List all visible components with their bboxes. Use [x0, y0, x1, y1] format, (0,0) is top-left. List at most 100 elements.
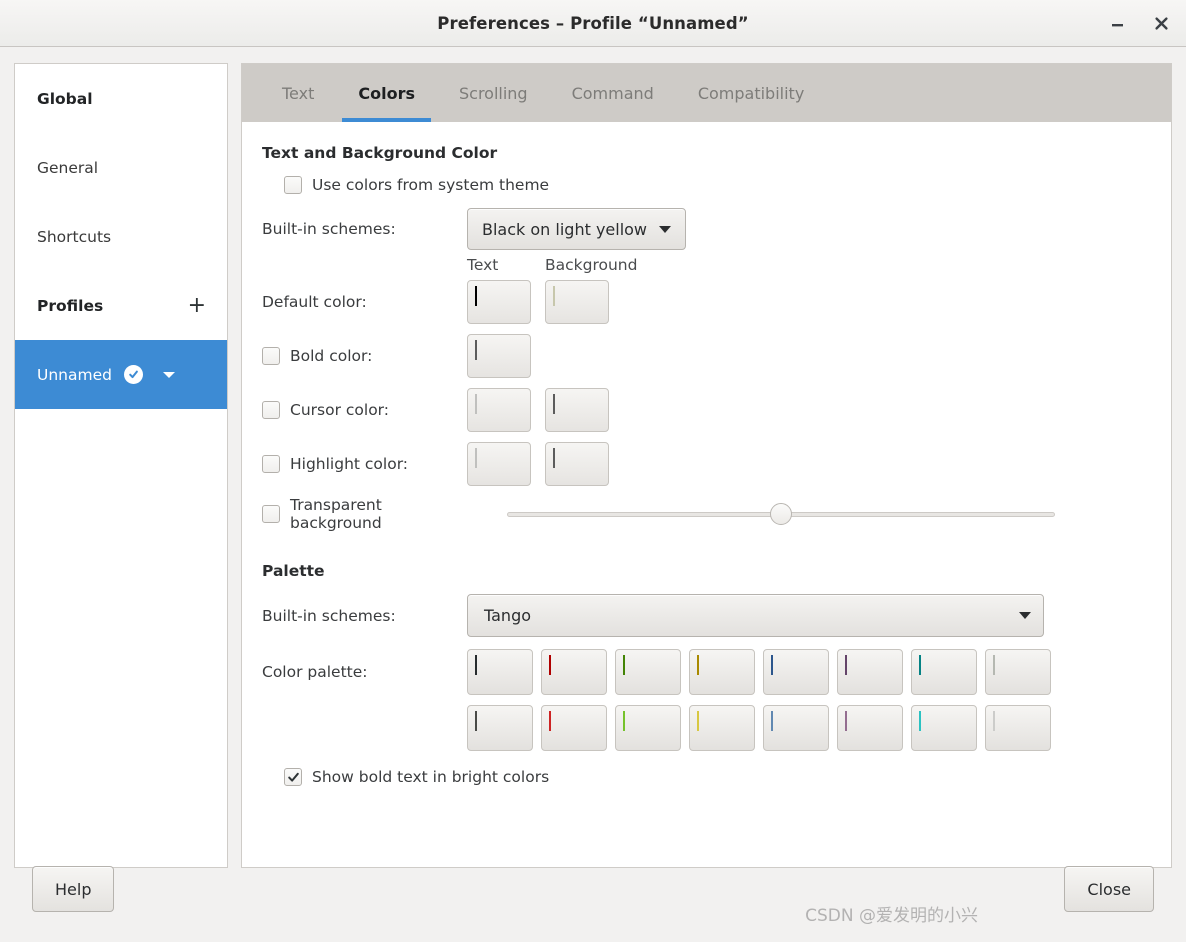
tab-text[interactable]: Text [260, 64, 336, 122]
bold-color-checkbox[interactable] [262, 347, 280, 365]
sidebar-section-profiles: Profiles + [15, 271, 227, 340]
default-background-color-swatch[interactable] [545, 280, 609, 324]
cursor-color-label: Cursor color: [290, 401, 389, 419]
swatch-color [553, 448, 555, 468]
palette-row-bright [467, 705, 1051, 751]
default-color-row: Default color: [262, 280, 1171, 324]
swatch-color [475, 394, 477, 414]
swatch-color [475, 711, 477, 731]
palette-swatch-normal-0[interactable] [467, 649, 533, 695]
builtin-schemes-label: Built-in schemes: [262, 220, 396, 238]
window-controls [1106, 0, 1172, 46]
builtin-schemes-row: Built-in schemes: Black on light yellow [262, 208, 1171, 250]
palette-swatch-normal-1[interactable] [541, 649, 607, 695]
palette-swatch-bright-0[interactable] [467, 705, 533, 751]
sidebar-item-label: Global [37, 89, 93, 108]
profile-name-label: Unnamed [37, 365, 112, 384]
sidebar-item-profile-unnamed[interactable]: Unnamed [15, 340, 227, 409]
swatch-color [919, 711, 921, 731]
column-header-text: Text [467, 256, 499, 274]
window-title: Preferences – Profile “Unnamed” [437, 13, 749, 33]
palette-schemes-value: Tango [484, 606, 532, 625]
cursor-color-checkbox[interactable] [262, 401, 280, 419]
palette-swatch-bright-7[interactable] [985, 705, 1051, 751]
swatch-color [475, 340, 477, 360]
use-system-theme-checkbox[interactable] [284, 176, 302, 194]
transparent-background-label: Transparent background [290, 496, 382, 532]
window-body: Global General Shortcuts Profiles + Unna… [0, 47, 1186, 942]
swatch-color [993, 655, 995, 675]
use-system-theme-label: Use colors from system theme [312, 176, 550, 194]
palette-swatch-normal-4[interactable] [763, 649, 829, 695]
palette-swatch-normal-6[interactable] [911, 649, 977, 695]
tab-label: Text [282, 83, 315, 103]
color-column-headers: Text Background [467, 256, 1171, 274]
palette-swatch-bright-4[interactable] [763, 705, 829, 751]
palette-swatch-bright-2[interactable] [615, 705, 681, 751]
palette-row-normal [467, 649, 1051, 695]
palette-schemes-dropdown[interactable]: Tango [467, 594, 1044, 637]
transparent-background-checkbox[interactable] [262, 505, 280, 523]
close-button[interactable]: Close [1064, 866, 1154, 912]
sidebar-item-shortcuts[interactable]: Shortcuts [15, 202, 227, 271]
swatch-color [771, 711, 773, 731]
palette-swatch-bright-6[interactable] [911, 705, 977, 751]
sidebar-item-label: General [37, 158, 99, 177]
builtin-schemes-dropdown[interactable]: Black on light yellow [467, 208, 687, 250]
show-bold-bright-row: Show bold text in bright colors [284, 768, 1171, 786]
palette-swatch-normal-7[interactable] [985, 649, 1051, 695]
chevron-down-icon [1019, 612, 1031, 619]
default-color-label: Default color: [262, 293, 367, 311]
swatch-color [771, 655, 773, 675]
tab-command[interactable]: Command [550, 64, 676, 122]
builtin-schemes-value: Black on light yellow [482, 219, 648, 239]
palette-swatch-bright-3[interactable] [689, 705, 755, 751]
cursor-text-color-swatch[interactable] [467, 388, 531, 432]
swatch-color [697, 711, 699, 731]
swatch-color [553, 394, 555, 414]
bold-text-color-swatch[interactable] [467, 334, 531, 378]
swatch-color [475, 448, 477, 468]
column-header-background: Background [545, 256, 638, 274]
palette-swatch-normal-3[interactable] [689, 649, 755, 695]
tab-label: Compatibility [697, 83, 805, 103]
content-area: Global General Shortcuts Profiles + Unna… [14, 63, 1172, 868]
swatch-color [553, 286, 555, 306]
color-palette-row: Color palette: [262, 649, 1171, 751]
sidebar-item-general[interactable]: General [15, 133, 227, 202]
tab-colors[interactable]: Colors [336, 64, 437, 122]
default-text-color-swatch[interactable] [467, 280, 531, 324]
slider-handle[interactable] [770, 503, 792, 525]
chevron-down-icon[interactable] [162, 371, 175, 378]
bold-color-row: Bold color: [262, 334, 1171, 378]
palette-swatch-normal-5[interactable] [837, 649, 903, 695]
swatch-color [475, 286, 477, 306]
show-bold-bright-checkbox[interactable] [284, 768, 302, 786]
highlight-color-checkbox[interactable] [262, 455, 280, 473]
help-button[interactable]: Help [32, 866, 115, 912]
highlight-background-color-swatch[interactable] [545, 442, 609, 486]
tab-label: Scrolling [458, 83, 528, 103]
tab-scrolling[interactable]: Scrolling [437, 64, 550, 122]
highlight-text-color-swatch[interactable] [467, 442, 531, 486]
swatch-color [919, 655, 921, 675]
palette-swatch-bright-5[interactable] [837, 705, 903, 751]
colors-tab-panel: Text and Background Color Use colors fro… [242, 122, 1171, 867]
swatch-color [623, 711, 625, 731]
swatch-color [623, 655, 625, 675]
tab-compatibility[interactable]: Compatibility [676, 64, 826, 122]
palette-swatch-bright-1[interactable] [541, 705, 607, 751]
swatch-color [475, 655, 477, 675]
close-icon[interactable] [1150, 12, 1172, 34]
cursor-background-color-swatch[interactable] [545, 388, 609, 432]
titlebar: Preferences – Profile “Unnamed” [0, 0, 1186, 47]
transparency-slider[interactable] [507, 503, 1055, 525]
tabbar: Text Colors Scrolling Command Compatibil… [242, 64, 1171, 122]
palette-swatch-normal-2[interactable] [615, 649, 681, 695]
add-profile-button[interactable]: + [185, 294, 209, 317]
sidebar-item-global[interactable]: Global [15, 64, 227, 133]
color-palette-label: Color palette: [262, 663, 368, 681]
swatch-color [697, 655, 699, 675]
minimize-icon[interactable] [1106, 12, 1128, 34]
section-title-palette: Palette [262, 562, 325, 580]
